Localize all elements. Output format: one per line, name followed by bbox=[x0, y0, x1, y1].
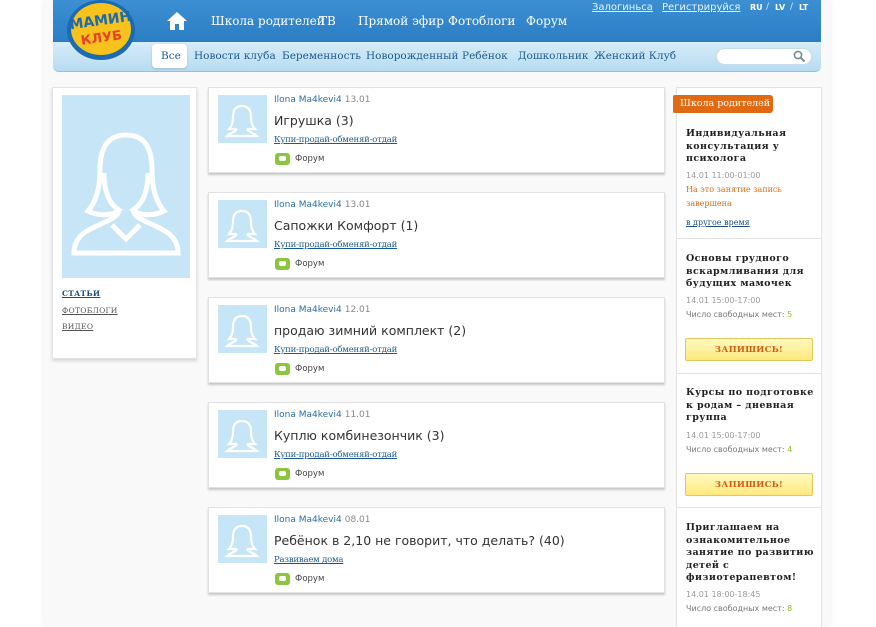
post-date: 11.01 bbox=[344, 410, 371, 420]
lang-lt[interactable]: LT bbox=[799, 3, 808, 12]
author-avatar[interactable] bbox=[218, 305, 267, 353]
divider bbox=[677, 507, 822, 508]
divider bbox=[677, 373, 822, 374]
post-title[interactable]: Сапожки Комфорт (1) bbox=[274, 218, 418, 233]
post-title[interactable]: продаю зимний комплект (2) bbox=[274, 323, 466, 338]
author-avatar[interactable] bbox=[218, 95, 267, 143]
register-link[interactable]: Регистрируйся bbox=[662, 2, 740, 13]
divider bbox=[677, 238, 822, 239]
seats-count: 8 bbox=[787, 604, 793, 613]
forum-label[interactable]: Форум bbox=[295, 364, 324, 374]
nav-forum[interactable]: Форум bbox=[526, 14, 567, 28]
site-logo[interactable]: МАМИН КЛУБ bbox=[64, 0, 138, 62]
lang-lv[interactable]: LV bbox=[775, 3, 785, 12]
event-title[interactable]: Приглашаем на ознакомительное занятие по… bbox=[686, 522, 814, 585]
event-title[interactable]: Основы грудного вскармливания для будущи… bbox=[686, 253, 814, 291]
lang-separator: / bbox=[790, 2, 794, 12]
profile-link-video[interactable]: ВИДЕО bbox=[62, 322, 93, 331]
login-link[interactable]: Залогиньса bbox=[592, 2, 653, 13]
nav-live[interactable]: Прямой эфир bbox=[358, 14, 444, 28]
post-author[interactable]: Ilona Ma4kevi4 08.01 bbox=[274, 515, 371, 525]
forum-icon bbox=[275, 573, 290, 585]
tab-pregnancy[interactable]: Беременность bbox=[282, 50, 361, 62]
post-card: Ilona Ma4kevi4 13.01 Сапожки Комфорт (1) … bbox=[208, 192, 665, 278]
seats-count: 4 bbox=[787, 445, 793, 454]
tab-all[interactable]: Все bbox=[161, 50, 181, 62]
signup-button[interactable]: ЗАПИШИСЬ! bbox=[685, 338, 813, 361]
lang-ru[interactable]: RU bbox=[750, 3, 763, 12]
forum-label[interactable]: Форум bbox=[295, 574, 324, 584]
post-date: 13.01 bbox=[344, 200, 371, 210]
forum-icon bbox=[275, 468, 290, 480]
post-date: 13.01 bbox=[344, 95, 371, 105]
post-category[interactable]: Купи-продай-обменяй-отдай bbox=[274, 240, 397, 250]
tab-womens-club[interactable]: Женский Клуб bbox=[594, 50, 676, 62]
post-author[interactable]: Ilona Ma4kevi4 12.01 bbox=[274, 305, 371, 315]
post-author[interactable]: Ilona Ma4kevi4 13.01 bbox=[274, 95, 371, 105]
author-avatar[interactable] bbox=[218, 200, 267, 248]
event-time: 14.01 15:00-17:00 bbox=[686, 431, 761, 440]
post-category[interactable]: Купи-продай-обменяй-отдай bbox=[274, 135, 397, 145]
parents-school-tag[interactable]: Школа родителей bbox=[673, 95, 773, 113]
post-date: 08.01 bbox=[344, 515, 371, 525]
event-time: 14.01 18:00-18:45 bbox=[686, 590, 761, 599]
search-icon[interactable] bbox=[793, 50, 806, 63]
tab-preschooler[interactable]: Дошкольник bbox=[518, 50, 588, 62]
post-category[interactable]: Развиваем дома bbox=[274, 555, 344, 565]
post-category[interactable]: Купи-продай-обменяй-отдай bbox=[274, 345, 397, 355]
event-title[interactable]: Курсы по подготовке к родам – дневная гр… bbox=[686, 387, 814, 425]
post-card: Ilona Ma4kevi4 11.01 Куплю комбинезончик … bbox=[208, 402, 665, 488]
event-seats: Число свободных мест: 5 bbox=[686, 310, 793, 319]
post-date: 12.01 bbox=[344, 305, 371, 315]
profile-link-articles[interactable]: СТАТЬИ bbox=[62, 289, 100, 298]
home-icon[interactable] bbox=[166, 10, 188, 32]
nav-parents-school[interactable]: Школа родителей bbox=[211, 14, 325, 28]
forum-label[interactable]: Форум bbox=[295, 469, 324, 479]
nav-photoblogs[interactable]: Фотоблоги bbox=[448, 14, 515, 28]
event-time: 14.01 15:00-17:00 bbox=[686, 296, 761, 305]
event-closed-note: На это занятие запись завершена bbox=[686, 185, 782, 208]
forum-icon bbox=[275, 153, 290, 165]
seats-count: 5 bbox=[787, 310, 793, 319]
post-card: Ilona Ma4kevi4 08.01 Ребёнок в 2,10 не го… bbox=[208, 507, 665, 593]
tab-club-news[interactable]: Новости клуба bbox=[194, 50, 276, 62]
event-other-time-link[interactable]: в другое время bbox=[686, 218, 750, 227]
post-author[interactable]: Ilona Ma4kevi4 13.01 bbox=[274, 200, 371, 210]
author-avatar[interactable] bbox=[218, 410, 267, 458]
post-title[interactable]: Ребёнок в 2,10 не говорит, что делать? (… bbox=[274, 533, 565, 548]
event-title[interactable]: Индивидуальная консультация у психолога bbox=[686, 128, 814, 166]
nav-tv[interactable]: ТВ bbox=[319, 14, 336, 28]
post-author[interactable]: Ilona Ma4kevi4 11.01 bbox=[274, 410, 371, 420]
post-title[interactable]: Игрушка (3) bbox=[274, 113, 354, 128]
forum-label[interactable]: Форум bbox=[295, 154, 324, 164]
forum-label[interactable]: Форум bbox=[295, 259, 324, 269]
post-category[interactable]: Купи-продай-обменяй-отдай bbox=[274, 450, 397, 460]
forum-icon bbox=[275, 258, 290, 270]
signup-button[interactable]: ЗАПИШИСЬ! bbox=[685, 473, 813, 496]
post-card: Ilona Ma4kevi4 12.01 продаю зимний компле… bbox=[208, 297, 665, 383]
event-seats: Число свободных мест: 4 bbox=[686, 445, 793, 454]
profile-link-photoblogs[interactable]: ФОТОБЛОГИ bbox=[62, 306, 118, 315]
profile-avatar bbox=[62, 95, 190, 278]
author-avatar[interactable] bbox=[218, 515, 267, 563]
event-time: 14.01 11:00-01:00 bbox=[686, 171, 761, 180]
post-card: Ilona Ma4kevi4 13.01 Игрушка (3) Купи-про… bbox=[208, 87, 665, 173]
lang-separator: / bbox=[766, 2, 770, 12]
forum-icon bbox=[275, 363, 290, 375]
post-title[interactable]: Куплю комбинезончик (3) bbox=[274, 428, 444, 443]
tab-newborn[interactable]: Новорожденный bbox=[366, 50, 458, 62]
tab-child[interactable]: Ребёнок bbox=[462, 50, 508, 62]
event-seats: Число свободных мест: 8 bbox=[686, 604, 793, 613]
